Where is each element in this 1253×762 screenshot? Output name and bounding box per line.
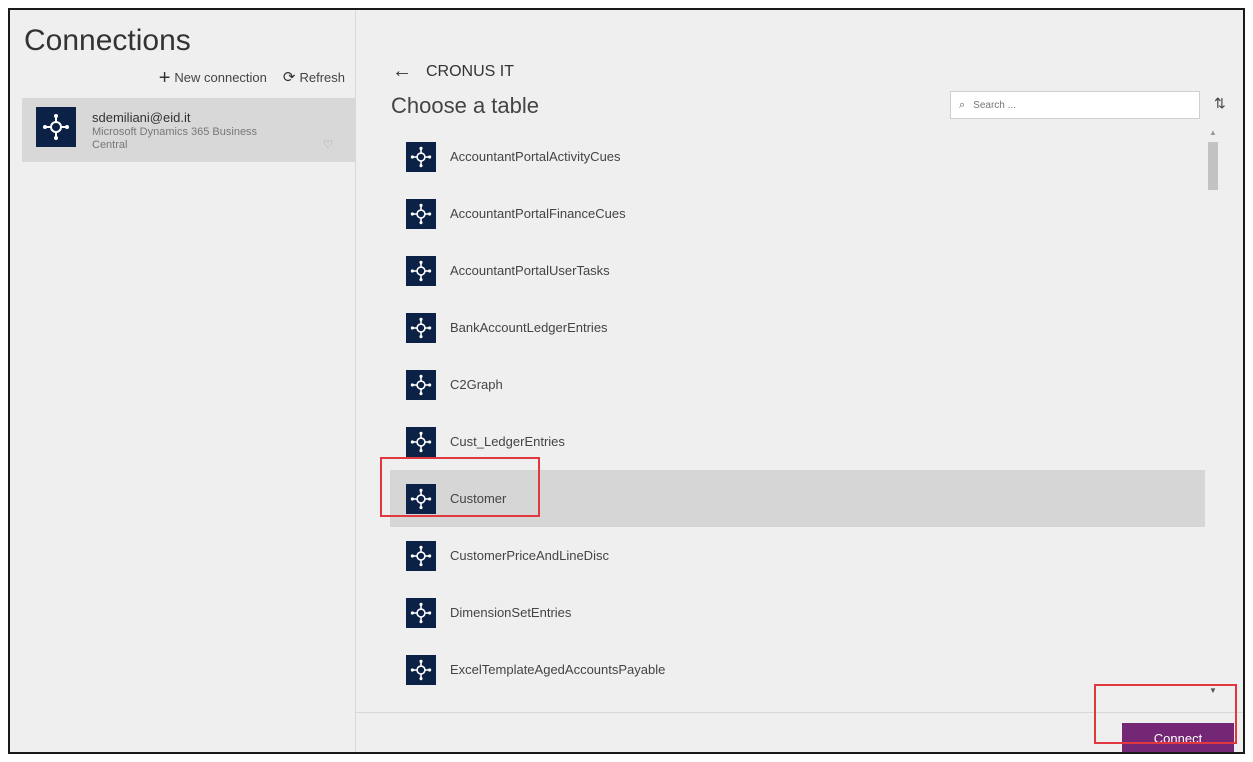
table-row[interactable]: AccountantPortalActivityCues	[390, 128, 1205, 185]
table-name: DimensionSetEntries	[450, 605, 572, 620]
new-connection-label: New connection	[174, 70, 267, 85]
search-input[interactable]	[971, 98, 1176, 112]
refresh-icon: ⟳	[282, 68, 296, 86]
refresh-label: Refresh	[299, 70, 345, 85]
table-name: BankAccountLedgerEntries	[450, 320, 608, 335]
table-list: AccountantPortalActivityCues AccountantPo…	[390, 128, 1205, 698]
business-central-icon	[406, 597, 436, 628]
table-row[interactable]: DimensionSetEntries	[390, 584, 1205, 641]
connection-user: sdemiliani@eid.it	[92, 110, 191, 125]
table-name: ExcelTemplateAgedAccountsPayable	[450, 662, 666, 677]
business-central-icon	[406, 483, 436, 514]
app-window: Connections + New connection ⟳ Refresh s…	[8, 8, 1245, 754]
business-central-icon	[36, 107, 76, 147]
footer-divider	[356, 712, 1243, 713]
search-icon: ⌕	[959, 98, 966, 111]
table-row[interactable]: AccountantPortalUserTasks	[390, 242, 1205, 299]
business-central-icon	[406, 654, 436, 685]
connection-description: Microsoft Dynamics 365 Business Central	[92, 126, 258, 151]
table-name: CustomerPriceAndLineDisc	[450, 548, 609, 563]
table-row[interactable]: AccountantPortalFinanceCues	[390, 185, 1205, 242]
scrollbar-thumb[interactable]	[1208, 142, 1218, 190]
table-name: Cust_LedgerEntries	[450, 434, 565, 449]
lightbulb-icon: ♡	[323, 139, 333, 151]
connection-item[interactable]: sdemiliani@eid.it Microsoft Dynamics 365…	[22, 98, 355, 162]
arrow-left-icon[interactable]: ←	[392, 60, 412, 83]
new-connection-button[interactable]: + New connection	[158, 66, 267, 89]
table-row[interactable]: Customer	[390, 470, 1205, 527]
table-name: C2Graph	[450, 377, 503, 392]
table-row[interactable]: C2Graph	[390, 356, 1205, 413]
scroll-up-icon[interactable]: ▲	[1209, 128, 1217, 137]
scroll-down-icon[interactable]: ▼	[1209, 686, 1217, 695]
breadcrumb[interactable]: ← CRONUS IT	[392, 60, 514, 83]
business-central-icon	[406, 141, 436, 172]
table-name: AccountantPortalActivityCues	[450, 149, 621, 164]
business-central-icon	[406, 198, 436, 229]
table-name: Customer	[450, 491, 507, 506]
refresh-button[interactable]: ⟳ Refresh	[282, 68, 345, 86]
breadcrumb-label: CRONUS IT	[426, 62, 514, 80]
page-title: Connections	[24, 24, 191, 57]
table-row[interactable]: BankAccountLedgerEntries	[390, 299, 1205, 356]
connections-pane: Connections + New connection ⟳ Refresh s…	[10, 10, 356, 752]
plus-icon: +	[158, 66, 171, 89]
table-name: AccountantPortalUserTasks	[450, 263, 610, 278]
choose-table-heading: Choose a table	[391, 93, 539, 118]
table-row[interactable]: Cust_LedgerEntries	[390, 413, 1205, 470]
table-picker-pane: ← CRONUS IT Choose a table ⌕ ⇅ Accountan…	[356, 10, 1243, 752]
business-central-icon	[406, 540, 436, 571]
business-central-icon	[406, 369, 436, 400]
business-central-icon	[406, 312, 436, 343]
search-box[interactable]: ⌕	[950, 91, 1200, 119]
table-row[interactable]: CustomerPriceAndLineDisc	[390, 527, 1205, 584]
connection-actions: + New connection ⟳ Refresh	[158, 66, 345, 89]
table-row[interactable]: ExcelTemplateAgedAccountsPayable	[390, 641, 1205, 698]
business-central-icon	[406, 255, 436, 286]
business-central-icon	[406, 426, 436, 457]
connect-button[interactable]: Connect	[1122, 723, 1234, 752]
scrollbar[interactable]: ▲ ▼	[1206, 128, 1220, 698]
sort-icon[interactable]: ⇅	[1214, 95, 1226, 112]
table-name: AccountantPortalFinanceCues	[450, 206, 626, 221]
